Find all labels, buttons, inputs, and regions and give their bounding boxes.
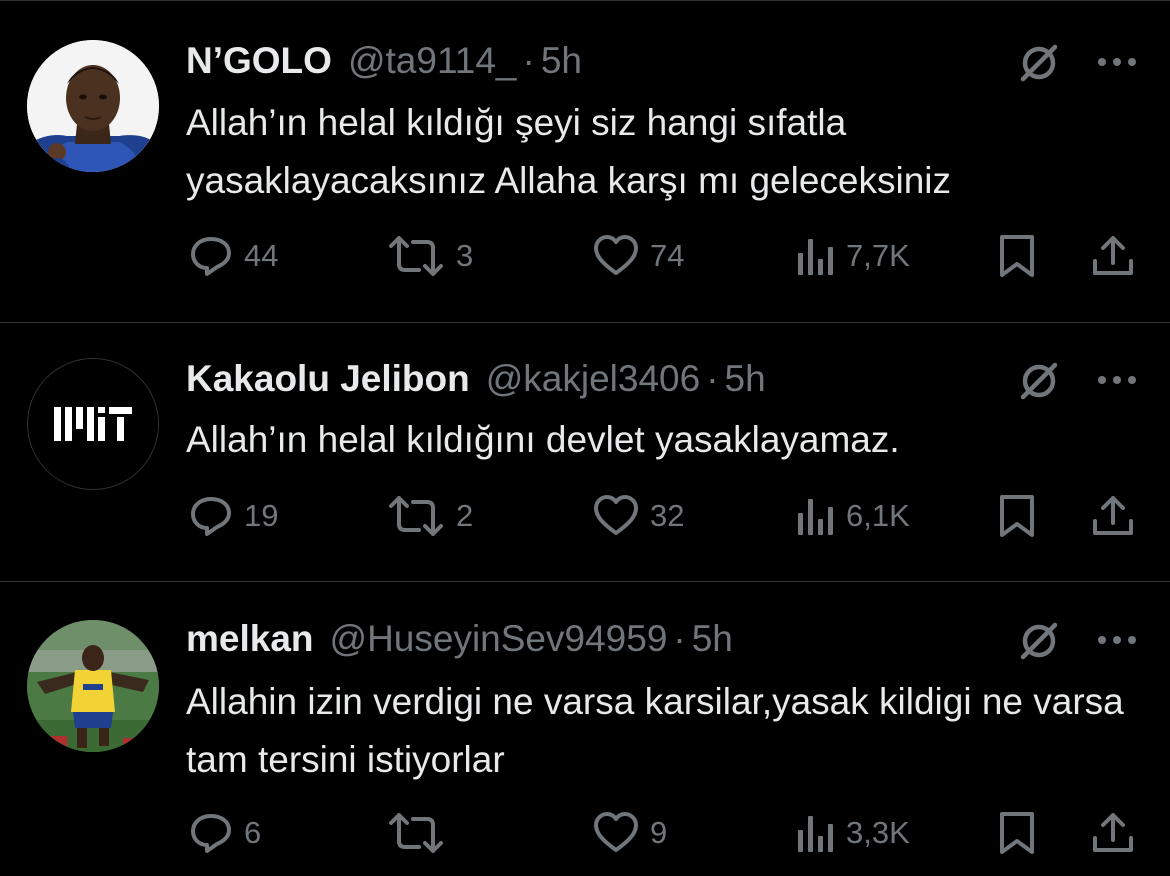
- bookmark-button[interactable]: [997, 810, 1037, 856]
- avatar[interactable]: [27, 358, 159, 490]
- grok-icon[interactable]: [1014, 38, 1064, 88]
- repost-icon: [389, 813, 443, 853]
- heart-icon: [594, 812, 638, 852]
- reply-button[interactable]: 19: [188, 493, 278, 539]
- timestamp[interactable]: 5h: [541, 40, 582, 82]
- separator-dot: ·: [673, 618, 686, 659]
- share-icon: [1093, 236, 1133, 275]
- more-options-icon[interactable]: [1094, 370, 1140, 390]
- views-chart-icon: [798, 816, 833, 852]
- author-name[interactable]: melkan: [186, 618, 314, 660]
- reply-count: 44: [244, 238, 279, 273]
- timestamp[interactable]: 5h: [692, 618, 733, 660]
- like-button[interactable]: 74: [592, 233, 684, 279]
- like-count: 32: [650, 498, 685, 533]
- bookmark-icon: [1000, 495, 1034, 537]
- reply-count: 19: [244, 498, 279, 533]
- separator-dot: ·: [706, 358, 719, 399]
- mit-logo-avatar: [28, 359, 158, 489]
- like-count: 9: [650, 815, 668, 850]
- author-name[interactable]: N’GOLO: [186, 40, 332, 82]
- share-icon: [1093, 813, 1133, 852]
- tweet-1[interactable]: N’GOLO @ta9114_ · 5h Allah’ın helal kıld…: [0, 0, 1170, 322]
- bookmark-icon: [1000, 812, 1034, 854]
- like-button[interactable]: 9: [592, 810, 667, 856]
- tweet-text: Allah’ın helal kıldığını devlet yasaklay…: [186, 419, 900, 460]
- view-count: 3,3K: [846, 815, 910, 850]
- share-button[interactable]: [1090, 493, 1136, 539]
- timestamp[interactable]: 5h: [725, 358, 766, 400]
- like-count: 74: [650, 238, 685, 273]
- repost-icon: [389, 496, 443, 536]
- tweet-header: N’GOLO @ta9114_ · 5h: [186, 36, 582, 86]
- bookmark-button[interactable]: [997, 493, 1037, 539]
- author-handle[interactable]: @ta9114_: [348, 40, 517, 82]
- tweet-header: melkan @HuseyinSev94959 · 5h: [186, 614, 733, 664]
- bookmark-icon: [1000, 235, 1034, 277]
- player-photo-avatar: [27, 40, 159, 172]
- footballer-photo-avatar: [27, 620, 159, 752]
- share-button[interactable]: [1090, 810, 1136, 856]
- tweet-3[interactable]: melkan @HuseyinSev94959 · 5h Allahin izi…: [0, 582, 1170, 876]
- repost-button[interactable]: [386, 810, 456, 856]
- tweet-2[interactable]: Kakaolu Jelibon @kakjel3406 · 5h Allah’ı…: [0, 323, 1170, 581]
- tweet-text: Allah’ın helal kıldığı şeyi siz hangi sı…: [186, 102, 952, 201]
- like-button[interactable]: 32: [592, 493, 684, 539]
- tweet-header: Kakaolu Jelibon @kakjel3406 · 5h: [186, 354, 766, 404]
- views-button[interactable]: 3,3K: [796, 810, 910, 856]
- repost-button[interactable]: 3: [386, 233, 473, 279]
- repost-icon: [389, 236, 443, 276]
- reply-icon: [191, 237, 231, 276]
- reply-count: 6: [244, 815, 262, 850]
- views-button[interactable]: 6,1K: [796, 493, 910, 539]
- views-chart-icon: [798, 499, 833, 535]
- share-icon: [1093, 496, 1133, 535]
- author-handle[interactable]: @kakjel3406: [486, 358, 700, 400]
- tweet-text: Allahin izin verdigi ne varsa karsilar,y…: [186, 681, 1124, 780]
- heart-icon: [594, 235, 638, 275]
- grok-icon[interactable]: [1014, 356, 1064, 406]
- repost-count: 2: [456, 498, 474, 533]
- heart-icon: [594, 495, 638, 535]
- reply-icon: [191, 497, 231, 536]
- author-name[interactable]: Kakaolu Jelibon: [186, 358, 470, 400]
- repost-count: 3: [456, 238, 474, 273]
- author-handle[interactable]: @HuseyinSev94959: [330, 618, 668, 660]
- share-button[interactable]: [1090, 233, 1136, 279]
- more-options-icon[interactable]: [1094, 630, 1140, 650]
- bookmark-button[interactable]: [997, 233, 1037, 279]
- avatar[interactable]: [27, 40, 159, 172]
- separator-dot: ·: [522, 40, 535, 81]
- repost-button[interactable]: 2: [386, 493, 473, 539]
- views-button[interactable]: 7,7K: [796, 233, 910, 279]
- more-options-icon[interactable]: [1094, 52, 1140, 72]
- reply-icon: [191, 814, 231, 853]
- view-count: 7,7K: [846, 238, 910, 273]
- views-chart-icon: [798, 239, 833, 275]
- grok-icon[interactable]: [1014, 616, 1064, 666]
- avatar[interactable]: [27, 620, 159, 752]
- reply-button[interactable]: 6: [188, 810, 261, 856]
- reply-button[interactable]: 44: [188, 233, 278, 279]
- view-count: 6,1K: [846, 498, 910, 533]
